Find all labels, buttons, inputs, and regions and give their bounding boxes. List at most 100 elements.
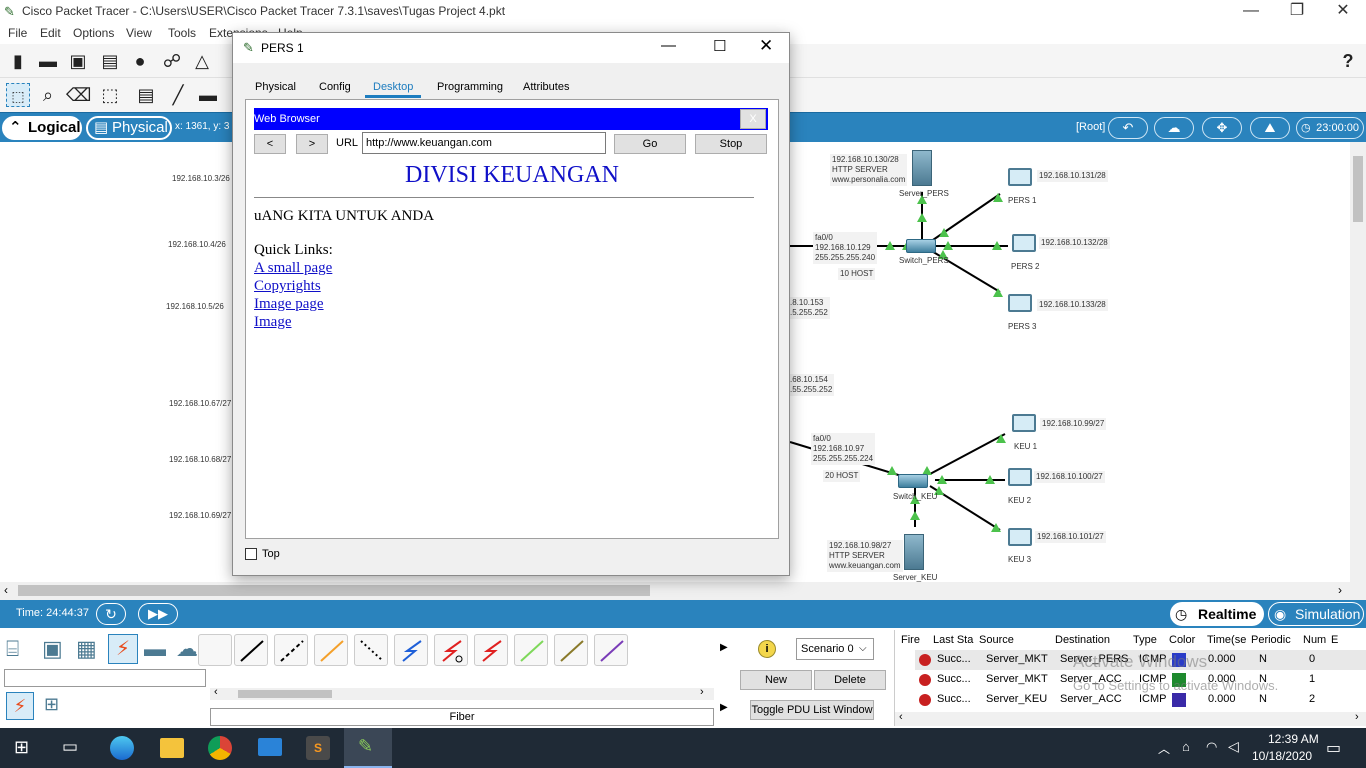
edge-icon[interactable] (110, 736, 134, 760)
col-time[interactable]: Time(se (1207, 630, 1251, 650)
coaxial-cable[interactable] (394, 634, 428, 666)
octal-cable[interactable] (514, 634, 548, 666)
root-label[interactable]: [Root] (1076, 121, 1105, 133)
network-devices-icon[interactable]: ⌸ (6, 636, 19, 662)
components-icon[interactable]: ▦ (76, 636, 97, 662)
fast-forward-icon[interactable]: ▶▶ (138, 603, 178, 625)
server-pers-icon[interactable] (912, 150, 932, 186)
info-icon[interactable]: ● (128, 49, 152, 73)
close-button[interactable]: ✕ (1320, 0, 1366, 24)
menu-options[interactable]: Options (73, 26, 114, 40)
help-icon[interactable]: ? (1336, 49, 1360, 73)
pc-icon[interactable] (1008, 468, 1032, 486)
taskbar-date[interactable]: 10/18/2020 (1252, 749, 1312, 763)
simulation-mode-button[interactable]: ◉ Simulation (1268, 602, 1364, 626)
connections-sub-icon[interactable]: ⚡ (6, 692, 34, 720)
cable-scrollbar[interactable]: ‹ › (210, 686, 714, 700)
tab-config[interactable]: Config (311, 76, 359, 98)
vertical-scrollbar[interactable] (1350, 142, 1366, 582)
taskbar-time[interactable]: 12:39 AM (1268, 732, 1319, 746)
back-icon[interactable]: ↶ (1108, 117, 1148, 139)
multiuser-icon[interactable]: ☁ (176, 636, 198, 662)
col-color[interactable]: Color (1169, 630, 1207, 650)
menu-edit[interactable]: Edit (40, 26, 61, 40)
collapse-arrow-icon[interactable]: ▶ (720, 702, 728, 713)
scroll-right-icon[interactable]: › (1338, 583, 1342, 597)
logical-tab[interactable]: ⌃ Logical (2, 116, 82, 140)
menu-view[interactable]: View (126, 26, 152, 40)
scroll-thumb[interactable] (238, 690, 332, 698)
link-copyrights[interactable]: Copyrights (254, 278, 321, 295)
phone-cable[interactable] (354, 634, 388, 666)
scenario-select[interactable]: Scenario 0 ⌵ (796, 638, 874, 660)
browser-go-button[interactable]: Go (614, 134, 686, 154)
menu-tools[interactable]: Tools (168, 26, 196, 40)
toggle-pdu-list-button[interactable]: Toggle PDU List Window (750, 700, 874, 720)
select-icon[interactable]: ⬚ (6, 83, 30, 107)
delete-icon[interactable]: ⌫ (66, 83, 91, 107)
scenario-info-icon[interactable]: i (758, 640, 776, 658)
activity-wizard-icon[interactable]: △ (190, 49, 214, 73)
pc-icon[interactable] (1012, 234, 1036, 252)
copper-cross-cable[interactable] (274, 634, 308, 666)
task-view-icon[interactable]: ▭ (62, 737, 78, 757)
network-wizard-icon[interactable]: ☍ (160, 49, 184, 73)
pdu-hscrollbar[interactable]: ‹ › (895, 711, 1366, 726)
col-source[interactable]: Source (979, 630, 1055, 650)
windows-start-icon[interactable]: ⊞ (14, 737, 29, 758)
link-small-page[interactable]: A small page (254, 260, 332, 277)
draw-rect-icon[interactable]: ▬ (196, 83, 220, 107)
scroll-right-icon[interactable]: › (1355, 711, 1359, 723)
dialog-minimize-button[interactable]: — (661, 37, 676, 54)
packet-tracer-taskbar-button[interactable]: ✎ (344, 728, 392, 768)
fire-icon[interactable] (919, 674, 931, 686)
open-folder-icon[interactable]: ▬ (36, 49, 60, 73)
top-checkbox[interactable] (245, 548, 257, 560)
tab-desktop[interactable]: Desktop (365, 76, 422, 98)
serial-dte-cable[interactable] (474, 634, 508, 666)
pc-icon[interactable] (1008, 294, 1032, 312)
horizontal-scrollbar[interactable]: ‹ › (0, 582, 1366, 600)
iot-cable[interactable] (554, 634, 588, 666)
save-icon[interactable]: ▣ (66, 49, 90, 73)
tab-physical[interactable]: Physical (247, 76, 304, 98)
server-keu-icon[interactable] (904, 534, 924, 570)
cloud-icon[interactable]: ☁ (1154, 117, 1194, 139)
scroll-thumb[interactable] (18, 585, 650, 596)
switch-pers-icon[interactable] (906, 239, 936, 253)
dialog-maximize-button[interactable]: ☐ (713, 37, 726, 55)
col-edit[interactable]: E (1331, 630, 1366, 650)
cable-partial[interactable] (198, 634, 232, 666)
switch-keu-icon[interactable] (898, 474, 928, 488)
link-image[interactable]: Image (254, 314, 291, 331)
minimize-button[interactable]: — (1228, 0, 1274, 24)
clock-pill[interactable]: ◷ 23:00:00 (1296, 117, 1364, 139)
col-num[interactable]: Num (1303, 630, 1331, 650)
col-fire[interactable]: Fire (895, 630, 933, 650)
power-cycle-icon[interactable]: ↻ (96, 603, 126, 625)
misc-icon[interactable]: ▬ (144, 636, 166, 662)
dialog-close-button[interactable]: ✕ (759, 36, 773, 56)
chrome-icon[interactable] (208, 736, 232, 760)
menu-file[interactable]: File (8, 26, 27, 40)
copper-straight-cable[interactable] (234, 634, 268, 666)
usb-cable[interactable] (594, 634, 628, 666)
col-type[interactable]: Type (1133, 630, 1169, 650)
note-icon[interactable]: ▤ (134, 83, 158, 107)
wifi-icon[interactable]: ◠ (1206, 739, 1217, 755)
fiber-cable[interactable] (314, 634, 348, 666)
scroll-left-icon[interactable]: ‹ (214, 686, 218, 698)
grid-icon[interactable]: ⊞ (44, 694, 59, 715)
col-last-status[interactable]: Last Sta (933, 630, 979, 650)
device-search-box[interactable] (4, 669, 206, 687)
tray-up-icon[interactable]: ︿ (1158, 740, 1170, 757)
mail-icon[interactable] (258, 738, 282, 756)
resize-icon[interactable]: ⬚ (98, 83, 122, 107)
realtime-mode-button[interactable]: ◷ Realtime (1170, 602, 1264, 626)
tab-attributes[interactable]: Attributes (515, 76, 577, 98)
background-icon[interactable]: ⛰ (1250, 117, 1290, 139)
pc-icon[interactable] (1008, 168, 1032, 186)
delete-scenario-button[interactable]: Delete (814, 670, 886, 690)
web-browser-close-button[interactable]: X (740, 109, 766, 129)
scroll-thumb[interactable] (1353, 156, 1363, 222)
